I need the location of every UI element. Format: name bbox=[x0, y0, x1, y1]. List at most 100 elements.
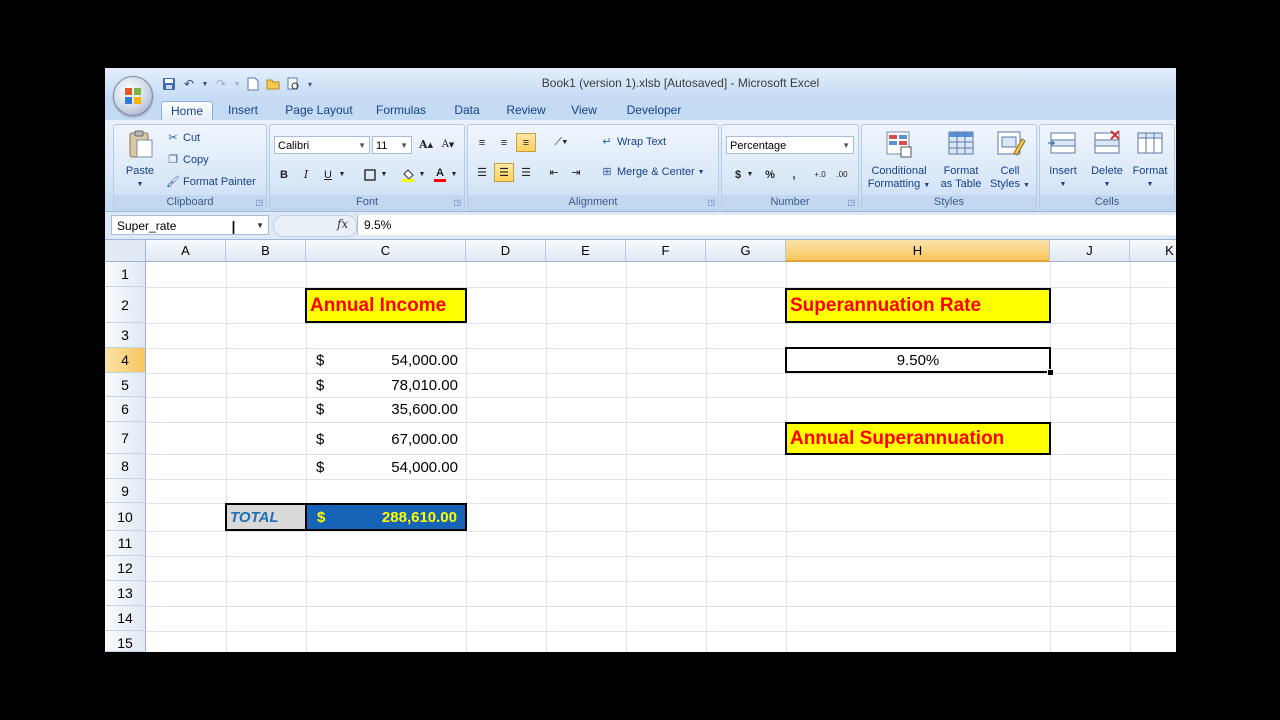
insert-function-icon[interactable]: fx bbox=[337, 217, 348, 231]
column-header-a[interactable]: A bbox=[146, 240, 226, 262]
row-header-12[interactable]: 12 bbox=[105, 556, 146, 581]
worksheet-grid[interactable]: A B C D E F G H J K 1 2 3 4 5 6 7 8 9 10… bbox=[105, 240, 1176, 652]
format-cells-button[interactable]: Format ▼ bbox=[1128, 129, 1172, 191]
row-header-4[interactable]: 4 bbox=[105, 348, 146, 373]
underline-button[interactable]: U bbox=[318, 165, 338, 184]
clipboard-launcher-icon[interactable]: ◳ bbox=[255, 198, 263, 207]
bold-button[interactable]: B bbox=[274, 165, 294, 184]
select-all-button[interactable] bbox=[105, 240, 146, 262]
income-cell[interactable]: 54,000.00 bbox=[345, 352, 458, 369]
borders-dropdown-icon[interactable]: ▼ bbox=[380, 165, 388, 184]
grow-font-button[interactable]: A ▲ bbox=[416, 135, 436, 154]
align-middle-button[interactable]: ≡ bbox=[494, 133, 514, 152]
increase-decimal-button[interactable]: +.0 bbox=[810, 165, 830, 184]
column-header-g[interactable]: G bbox=[706, 240, 786, 262]
column-header-d[interactable]: D bbox=[466, 240, 546, 262]
tab-review[interactable]: Review bbox=[501, 101, 551, 120]
row-header-9[interactable]: 9 bbox=[105, 479, 146, 503]
tab-view[interactable]: View bbox=[564, 101, 604, 120]
wrap-text-button[interactable]: ↵ Wrap Text bbox=[600, 135, 666, 149]
font-name-combo[interactable]: Calibri ▼ bbox=[274, 136, 370, 154]
paste-button[interactable]: Paste ▼ bbox=[118, 129, 162, 191]
income-cell[interactable]: 54,000.00 bbox=[345, 459, 458, 476]
row-header-8[interactable]: 8 bbox=[105, 454, 146, 479]
row-header-15[interactable]: 15 bbox=[105, 631, 146, 652]
font-color-dropdown-icon[interactable]: ▼ bbox=[450, 165, 458, 184]
column-header-h[interactable]: H bbox=[786, 240, 1050, 262]
merge-center-button[interactable]: ⊞ Merge & Center ▼ bbox=[600, 165, 704, 179]
annual-super-header[interactable]: Annual Superannuation bbox=[785, 422, 1051, 455]
alignment-launcher-icon[interactable]: ◳ bbox=[707, 198, 715, 207]
align-bottom-button[interactable]: ≡ bbox=[516, 133, 536, 152]
row-header-7[interactable]: 7 bbox=[105, 422, 146, 454]
fill-handle[interactable] bbox=[1047, 369, 1054, 376]
chevron-down-icon: ▼ bbox=[358, 141, 366, 150]
percent-style-button[interactable]: % bbox=[760, 165, 780, 184]
tab-insert[interactable]: Insert bbox=[221, 101, 265, 120]
font-size-value: 11 bbox=[376, 140, 388, 152]
tab-formulas[interactable]: Formulas bbox=[371, 101, 431, 120]
orientation-button[interactable]: ⟋▾ bbox=[546, 133, 576, 152]
column-header-f[interactable]: F bbox=[626, 240, 706, 262]
name-box[interactable]: Super_rate ▼ bbox=[111, 215, 269, 235]
tab-developer[interactable]: Developer bbox=[619, 101, 689, 120]
insert-cells-button[interactable]: Insert ▼ bbox=[1042, 129, 1084, 191]
income-cell[interactable]: 67,000.00 bbox=[345, 431, 458, 448]
formula-input[interactable]: 9.5% bbox=[357, 215, 1176, 235]
font-color-button[interactable]: A bbox=[430, 165, 450, 184]
column-header-k[interactable]: K bbox=[1130, 240, 1176, 262]
decrease-decimal-button[interactable]: .00 bbox=[832, 165, 852, 184]
column-header-b[interactable]: B bbox=[226, 240, 306, 262]
borders-button[interactable] bbox=[360, 165, 380, 184]
alignment-group: ≡ ≡ ≡ ⟋▾ ↵ Wrap Text ☰ ☰ ☰ ⇤ ⇥ ⊞ Merge &… bbox=[467, 124, 719, 210]
number-format-combo[interactable]: Percentage ▼ bbox=[726, 136, 854, 154]
row-header-6[interactable]: 6 bbox=[105, 397, 146, 422]
row-header-11[interactable]: 11 bbox=[105, 531, 146, 556]
row-header-2[interactable]: 2 bbox=[105, 287, 146, 323]
row-header-5[interactable]: 5 bbox=[105, 373, 146, 397]
total-value-cell[interactable]: $ 288,610.00 bbox=[305, 503, 467, 531]
shrink-font-button[interactable]: A ▼ bbox=[438, 135, 458, 154]
underline-dropdown-icon[interactable]: ▼ bbox=[338, 165, 346, 184]
tab-home[interactable]: Home bbox=[161, 101, 213, 121]
font-launcher-icon[interactable]: ◳ bbox=[453, 198, 461, 207]
super-rate-cell[interactable]: 9.50% bbox=[785, 347, 1051, 373]
conditional-formatting-button[interactable]: Conditional Formatting ▼ bbox=[866, 129, 932, 192]
number-launcher-icon[interactable]: ◳ bbox=[847, 198, 855, 207]
column-header-c[interactable]: C bbox=[306, 240, 466, 262]
row-header-1[interactable]: 1 bbox=[105, 262, 146, 287]
column-header-j[interactable]: J bbox=[1050, 240, 1130, 262]
row-header-10[interactable]: 10 bbox=[105, 503, 146, 531]
income-cell[interactable]: 35,600.00 bbox=[345, 401, 458, 418]
comma-style-button[interactable]: , bbox=[784, 165, 804, 184]
font-size-combo[interactable]: 11 ▼ bbox=[372, 136, 412, 154]
income-cell[interactable]: 78,010.00 bbox=[345, 377, 458, 394]
total-label-cell[interactable]: TOTAL bbox=[225, 503, 307, 531]
decrease-indent-button[interactable]: ⇤ bbox=[544, 163, 564, 182]
align-center-button[interactable]: ☰ bbox=[494, 163, 514, 182]
increase-indent-button[interactable]: ⇥ bbox=[566, 163, 586, 182]
row-header-3[interactable]: 3 bbox=[105, 323, 146, 348]
align-top-button[interactable]: ≡ bbox=[472, 133, 492, 152]
format-as-table-button[interactable]: Format as Table ▼ bbox=[936, 129, 986, 205]
accounting-dropdown-icon[interactable]: ▼ bbox=[746, 165, 754, 184]
tab-page-layout[interactable]: Page Layout bbox=[281, 101, 357, 120]
copy-button[interactable]: ❐ Copy bbox=[166, 153, 209, 167]
align-right-button[interactable]: ☰ bbox=[516, 163, 536, 182]
office-button[interactable] bbox=[113, 76, 153, 116]
format-painter-button[interactable]: 🖌 Format Painter bbox=[166, 175, 256, 189]
column-header-e[interactable]: E bbox=[546, 240, 626, 262]
row-header-13[interactable]: 13 bbox=[105, 581, 146, 606]
align-left-button[interactable]: ☰ bbox=[472, 163, 492, 182]
cell-styles-button[interactable]: Cell Styles ▼ bbox=[988, 129, 1032, 192]
super-rate-header[interactable]: Superannuation Rate bbox=[785, 288, 1051, 323]
delete-cells-button[interactable]: Delete ▼ bbox=[1086, 129, 1128, 191]
italic-button[interactable]: I bbox=[296, 165, 316, 184]
row-header-14[interactable]: 14 bbox=[105, 606, 146, 631]
annual-income-header[interactable]: Annual Income bbox=[305, 288, 467, 323]
fill-color-button[interactable] bbox=[398, 165, 418, 184]
cut-button[interactable]: ✂ Cut bbox=[166, 131, 200, 145]
tab-data[interactable]: Data bbox=[447, 101, 487, 120]
fill-dropdown-icon[interactable]: ▼ bbox=[418, 165, 426, 184]
accounting-format-button[interactable]: $ bbox=[728, 165, 748, 184]
